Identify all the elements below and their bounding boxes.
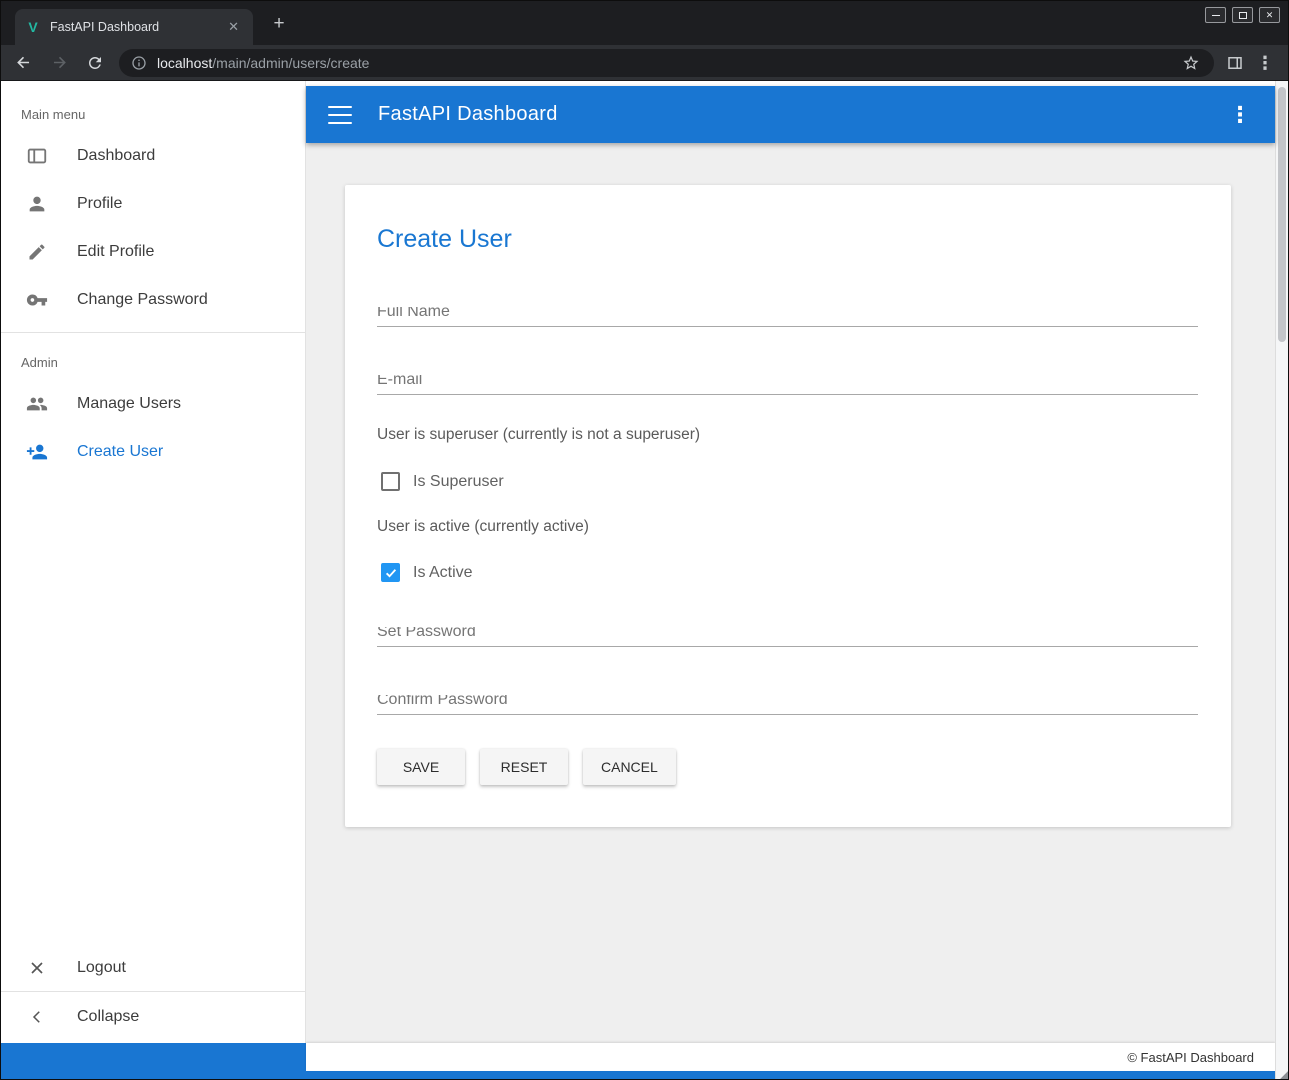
- browser-kebab-icon: ⋮: [1256, 54, 1274, 72]
- dashboard-icon: [25, 144, 49, 168]
- sidebar-item-label: Dashboard: [77, 147, 155, 165]
- forward-button[interactable]: [45, 49, 73, 77]
- footer-copyright-bar: © FastAPI Dashboard: [306, 1043, 1275, 1071]
- app-title: FastAPI Dashboard: [378, 103, 558, 126]
- bookmark-star-icon: [1182, 54, 1200, 72]
- back-icon: [14, 53, 33, 72]
- sidebar-item-label: Create User: [77, 443, 163, 461]
- sidebar-item-edit-profile[interactable]: Edit Profile: [1, 228, 305, 276]
- sidebar-section-main-menu: Main menu: [1, 81, 305, 132]
- sidebar-item-label: Manage Users: [77, 395, 181, 413]
- sidebar-item-change-password[interactable]: Change Password: [1, 276, 305, 324]
- sidebar-item-label: Edit Profile: [77, 243, 154, 261]
- confirm-password-input[interactable]: [377, 695, 1198, 715]
- back-button[interactable]: [9, 49, 37, 77]
- tab-title: FastAPI Dashboard: [50, 20, 224, 34]
- logout-x-icon: [25, 956, 49, 980]
- chevron-left-icon: [25, 1005, 49, 1029]
- browser-menu-button[interactable]: ⋮: [1252, 50, 1278, 76]
- window-controls: ✕: [1205, 7, 1280, 23]
- sidebar-item-dashboard[interactable]: Dashboard: [1, 132, 305, 180]
- superuser-checkbox-label[interactable]: Is Superuser: [413, 473, 504, 491]
- side-panel-icon: [1226, 54, 1244, 72]
- sidebar-item-collapse[interactable]: Collapse: [1, 993, 305, 1041]
- copyright-text: © FastAPI Dashboard: [1127, 1050, 1254, 1065]
- create-user-card: Create User User is superuser (currently…: [345, 185, 1231, 827]
- url-host: localhost: [157, 55, 212, 71]
- sidebar: Main menu Dashboard Profile Edit Profile: [1, 81, 306, 1043]
- active-checkbox-label[interactable]: Is Active: [413, 564, 473, 582]
- forward-icon: [50, 53, 69, 72]
- cancel-button[interactable]: CANCEL: [583, 749, 676, 785]
- sidebar-divider: [1, 991, 305, 992]
- address-bar[interactable]: localhost/main/admin/users/create: [119, 49, 1214, 77]
- side-panel-button[interactable]: [1222, 50, 1248, 76]
- site-info-icon: [131, 55, 147, 71]
- set-password-input[interactable]: [377, 627, 1198, 647]
- sidebar-item-profile[interactable]: Profile: [1, 180, 305, 228]
- sidebar-item-logout[interactable]: Logout: [1, 944, 305, 992]
- reload-icon: [86, 54, 104, 72]
- superuser-checkbox[interactable]: [381, 472, 400, 491]
- resize-grip-icon: [1275, 1066, 1288, 1079]
- superuser-checkbox-row: Is Superuser: [381, 472, 504, 491]
- reload-button[interactable]: [81, 49, 109, 77]
- check-icon: [384, 566, 398, 580]
- browser-tab[interactable]: V FastAPI Dashboard ✕: [15, 9, 253, 45]
- sidebar-item-label: Profile: [77, 195, 122, 213]
- maximize-icon: [1239, 12, 1247, 19]
- main-content: Create User User is superuser (currently…: [306, 143, 1275, 1043]
- close-button[interactable]: ✕: [1259, 7, 1280, 23]
- pencil-icon: [25, 240, 49, 264]
- reset-button[interactable]: RESET: [480, 749, 568, 785]
- key-icon: [25, 288, 49, 312]
- tab-close-icon[interactable]: ✕: [224, 17, 243, 37]
- browser-window: V FastAPI Dashboard ✕ + ✕ localhost/main…: [0, 0, 1289, 1080]
- superuser-hint: User is superuser (currently is not a su…: [377, 426, 700, 444]
- page-content: Main menu Dashboard Profile Edit Profile: [1, 81, 1288, 1079]
- appbar-overflow-icon[interactable]: ⋮: [1229, 104, 1251, 126]
- email-input[interactable]: [377, 375, 1198, 395]
- sidebar-section-admin: Admin: [1, 333, 305, 380]
- page-title: Create User: [377, 225, 512, 254]
- hamburger-menu-icon[interactable]: [328, 106, 352, 124]
- save-button[interactable]: SAVE: [377, 749, 465, 785]
- browser-titlebar: V FastAPI Dashboard ✕ + ✕: [1, 1, 1288, 45]
- active-checkbox-row: Is Active: [381, 563, 473, 582]
- scrollbar-thumb[interactable]: [1278, 87, 1286, 342]
- new-tab-button[interactable]: +: [267, 12, 291, 36]
- person-icon: [25, 192, 49, 216]
- sidebar-item-create-user[interactable]: Create User: [1, 428, 305, 476]
- maximize-button[interactable]: [1232, 7, 1253, 23]
- sidebar-item-manage-users[interactable]: Manage Users: [1, 380, 305, 428]
- full-name-input[interactable]: [377, 307, 1198, 327]
- url-path: /main/admin/users/create: [212, 55, 369, 71]
- minimize-icon: [1212, 15, 1220, 16]
- vuetify-favicon: V: [25, 19, 41, 35]
- active-checkbox[interactable]: [381, 563, 400, 582]
- minimize-button[interactable]: [1205, 7, 1226, 23]
- people-icon: [25, 392, 49, 416]
- active-hint: User is active (currently active): [377, 518, 589, 536]
- form-buttons: SAVE RESET CANCEL: [377, 749, 676, 785]
- url-text: localhost/main/admin/users/create: [157, 55, 369, 71]
- sidebar-item-label: Logout: [77, 959, 126, 977]
- sidebar-item-label: Collapse: [77, 1008, 139, 1026]
- browser-toolbar: localhost/main/admin/users/create ⋮: [1, 45, 1288, 81]
- app-bar: FastAPI Dashboard ⋮: [306, 86, 1275, 143]
- vertical-scrollbar[interactable]: [1275, 81, 1288, 1079]
- sidebar-item-label: Change Password: [77, 291, 208, 309]
- bookmark-button[interactable]: [1178, 50, 1204, 76]
- person-add-icon: [25, 440, 49, 464]
